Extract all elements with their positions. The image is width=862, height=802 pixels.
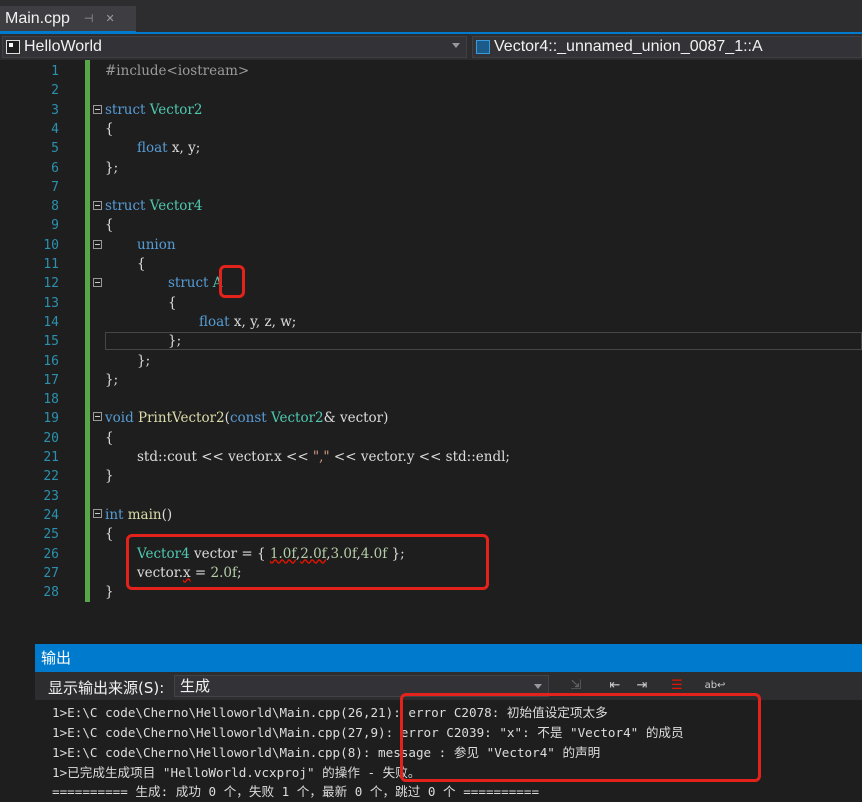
line-number-gutter: 1 2 3 4 5 6 7 8 9 10 11 12 13 14 15 16 1… <box>0 60 85 640</box>
collapse-icon[interactable] <box>93 412 102 421</box>
line-number: 8 <box>51 199 59 215</box>
code-line: }; <box>168 333 182 350</box>
annotation-box-struct-a <box>219 265 245 298</box>
code-line: #include<iostream> <box>105 63 250 79</box>
code-line: union <box>137 236 176 253</box>
line-number: 4 <box>51 121 59 137</box>
code-line: struct A <box>168 275 223 292</box>
collapse-icon[interactable] <box>93 201 102 210</box>
line-number: 15 <box>43 334 59 350</box>
chevron-down-icon <box>452 43 460 48</box>
line-number: 10 <box>43 237 59 253</box>
member-name: Vector4::_unnamed_union_0087_1::A <box>494 38 763 55</box>
collapse-icon[interactable] <box>93 278 102 287</box>
line-number: 7 <box>51 179 59 195</box>
code-line: std::cout << vector.x << "," << vector.y… <box>137 449 510 465</box>
output-source-label: 显示输出来源(S): <box>48 679 165 697</box>
code-line: float x, y, z, w; <box>199 313 297 330</box>
line-number: 22 <box>43 469 59 485</box>
collapse-icon[interactable] <box>93 240 102 249</box>
navigation-bar: HelloWorld Vector4::_unnamed_union_0087_… <box>0 34 862 60</box>
project-name: HelloWorld <box>24 38 102 55</box>
line-number: 14 <box>43 314 59 330</box>
code-line: { <box>105 429 114 446</box>
line-number: 20 <box>43 430 59 446</box>
code-line: struct Vector4 <box>105 198 203 215</box>
change-tracking-bar <box>85 60 90 602</box>
line-number: 27 <box>43 565 59 581</box>
line-number: 21 <box>43 450 59 465</box>
line-number: 2 <box>51 83 59 99</box>
code-line: { <box>137 256 146 272</box>
code-line: float x, y; <box>137 140 201 157</box>
code-editor[interactable]: 1 2 3 4 5 6 7 8 9 10 11 12 13 14 15 16 1… <box>0 60 862 640</box>
tab-main-cpp[interactable]: Main.cpp ⊣ ✕ <box>0 6 136 33</box>
project-dropdown[interactable]: HelloWorld <box>2 36 467 58</box>
line-number: 13 <box>43 295 59 311</box>
line-number: 26 <box>43 546 59 562</box>
collapse-icon[interactable] <box>93 105 102 114</box>
annotation-box-main-code <box>126 534 489 590</box>
code-line: void PrintVector2(const Vector2& vector) <box>105 410 389 427</box>
output-source-value: 生成 <box>180 677 211 695</box>
line-number: 28 <box>43 585 59 601</box>
line-number: 1 <box>51 64 59 79</box>
line-number: 19 <box>43 411 59 427</box>
line-number: 3 <box>51 102 59 118</box>
line-number: 17 <box>43 372 59 388</box>
code-line: int main() <box>105 506 173 523</box>
code-line: } <box>105 468 114 485</box>
line-number: 11 <box>43 257 59 272</box>
line-number: 24 <box>43 507 59 523</box>
annotation-box-errors <box>400 693 761 782</box>
line-number: 18 <box>43 392 59 408</box>
line-number: 23 <box>43 488 59 504</box>
code-line: { <box>105 217 114 234</box>
output-line: ========== 生成: 成功 0 个，失败 1 个，最新 0 个，跳过 0… <box>52 784 540 799</box>
document-tab-bar: Main.cpp ⊣ ✕ <box>0 0 862 33</box>
code-line: }; <box>105 371 119 388</box>
chevron-down-icon <box>534 684 542 689</box>
collapse-icon[interactable] <box>93 509 102 518</box>
close-icon[interactable]: ✕ <box>106 12 115 25</box>
code-line: { <box>105 120 114 137</box>
struct-member-icon <box>476 40 490 54</box>
line-number: 5 <box>51 141 59 157</box>
pin-icon[interactable]: ⊣ <box>84 12 94 25</box>
line-number: 12 <box>43 276 59 292</box>
project-icon <box>6 40 20 54</box>
output-panel: 输出 显示输出来源(S): 生成 ⇲ ⇤ ⇥ ☰ ab↩ 1>E:\C code… <box>35 644 862 801</box>
line-number: 25 <box>43 527 59 543</box>
output-panel-title: 输出 <box>35 644 862 672</box>
current-line-highlight <box>105 332 862 350</box>
line-number: 6 <box>51 160 59 176</box>
member-dropdown[interactable]: Vector4::_unnamed_union_0087_1::A <box>472 36 862 58</box>
line-number: 9 <box>51 218 59 234</box>
line-number: 16 <box>43 353 59 369</box>
tab-title: Main.cpp <box>5 9 70 27</box>
code-line: { <box>105 526 114 543</box>
code-line: }; <box>137 352 151 369</box>
code-line: }; <box>105 159 119 176</box>
code-line: } <box>105 584 114 601</box>
code-line: { <box>168 294 177 311</box>
code-line: struct Vector2 <box>105 101 203 118</box>
